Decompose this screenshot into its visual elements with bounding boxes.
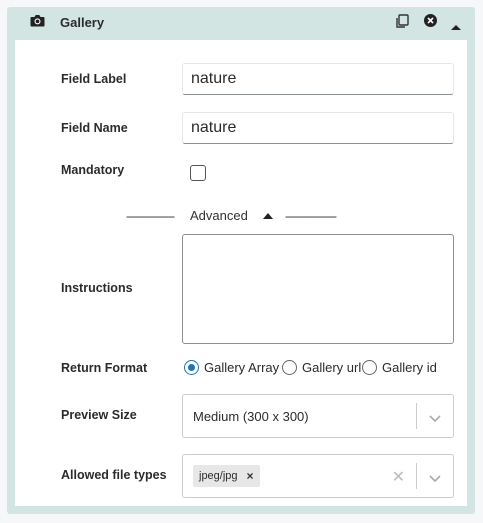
field-label-input[interactable]: nature (182, 63, 454, 95)
select-separator (416, 403, 417, 429)
preview-size-select[interactable]: Medium (300 x 300) (182, 394, 454, 438)
radio-label-gallery-id[interactable]: Gallery id (382, 360, 437, 375)
field-settings-card: Field Label nature Field Name nature Man… (15, 40, 467, 506)
remove-tag-icon[interactable]: × (247, 465, 254, 487)
chevron-down-icon[interactable] (429, 470, 441, 488)
clear-all-icon[interactable]: ✕ (392, 467, 405, 487)
preview-size-label: Preview Size (61, 408, 137, 422)
panel-title: Gallery (60, 15, 105, 30)
advanced-toggle[interactable]: Advanced (190, 208, 248, 223)
radio-gallery-id[interactable] (362, 360, 377, 375)
advanced-divider-left: ---------------- (126, 209, 175, 223)
panel-header[interactable]: Gallery (7, 7, 475, 37)
mandatory-label: Mandatory (61, 163, 125, 177)
file-type-tag-label: jpeg/jpg (199, 470, 238, 482)
radio-gallery-array[interactable] (184, 360, 199, 375)
file-type-tag: jpeg/jpg × (193, 465, 260, 487)
field-name-input[interactable]: nature (182, 112, 454, 144)
duplicate-icon[interactable] (395, 14, 409, 34)
collapse-up-icon[interactable] (451, 18, 461, 36)
mandatory-checkbox[interactable] (190, 165, 206, 181)
radio-label-gallery-url[interactable]: Gallery url (302, 360, 361, 375)
allowed-file-types-select[interactable]: jpeg/jpg × ✕ (182, 454, 454, 498)
field-name-label: Field Name (61, 121, 128, 135)
select-separator (416, 463, 417, 489)
return-format-label: Return Format (61, 361, 148, 375)
gallery-field-panel: Gallery Field Label nature Field Name na… (7, 7, 475, 514)
instructions-textarea[interactable] (182, 234, 454, 344)
close-circle-icon[interactable] (424, 14, 437, 32)
radio-label-gallery-array[interactable]: Gallery Array (204, 360, 279, 375)
allowed-file-types-label: Allowed file types (61, 468, 167, 482)
advanced-divider-right: ----------------- (285, 209, 337, 223)
instructions-label: Instructions (61, 281, 133, 295)
camera-icon (30, 14, 45, 32)
field-label-label: Field Label (61, 72, 127, 86)
caret-up-icon[interactable] (263, 213, 273, 219)
chevron-down-icon[interactable] (429, 410, 441, 428)
radio-gallery-url[interactable] (282, 360, 297, 375)
preview-size-value: Medium (300 x 300) (193, 409, 309, 424)
